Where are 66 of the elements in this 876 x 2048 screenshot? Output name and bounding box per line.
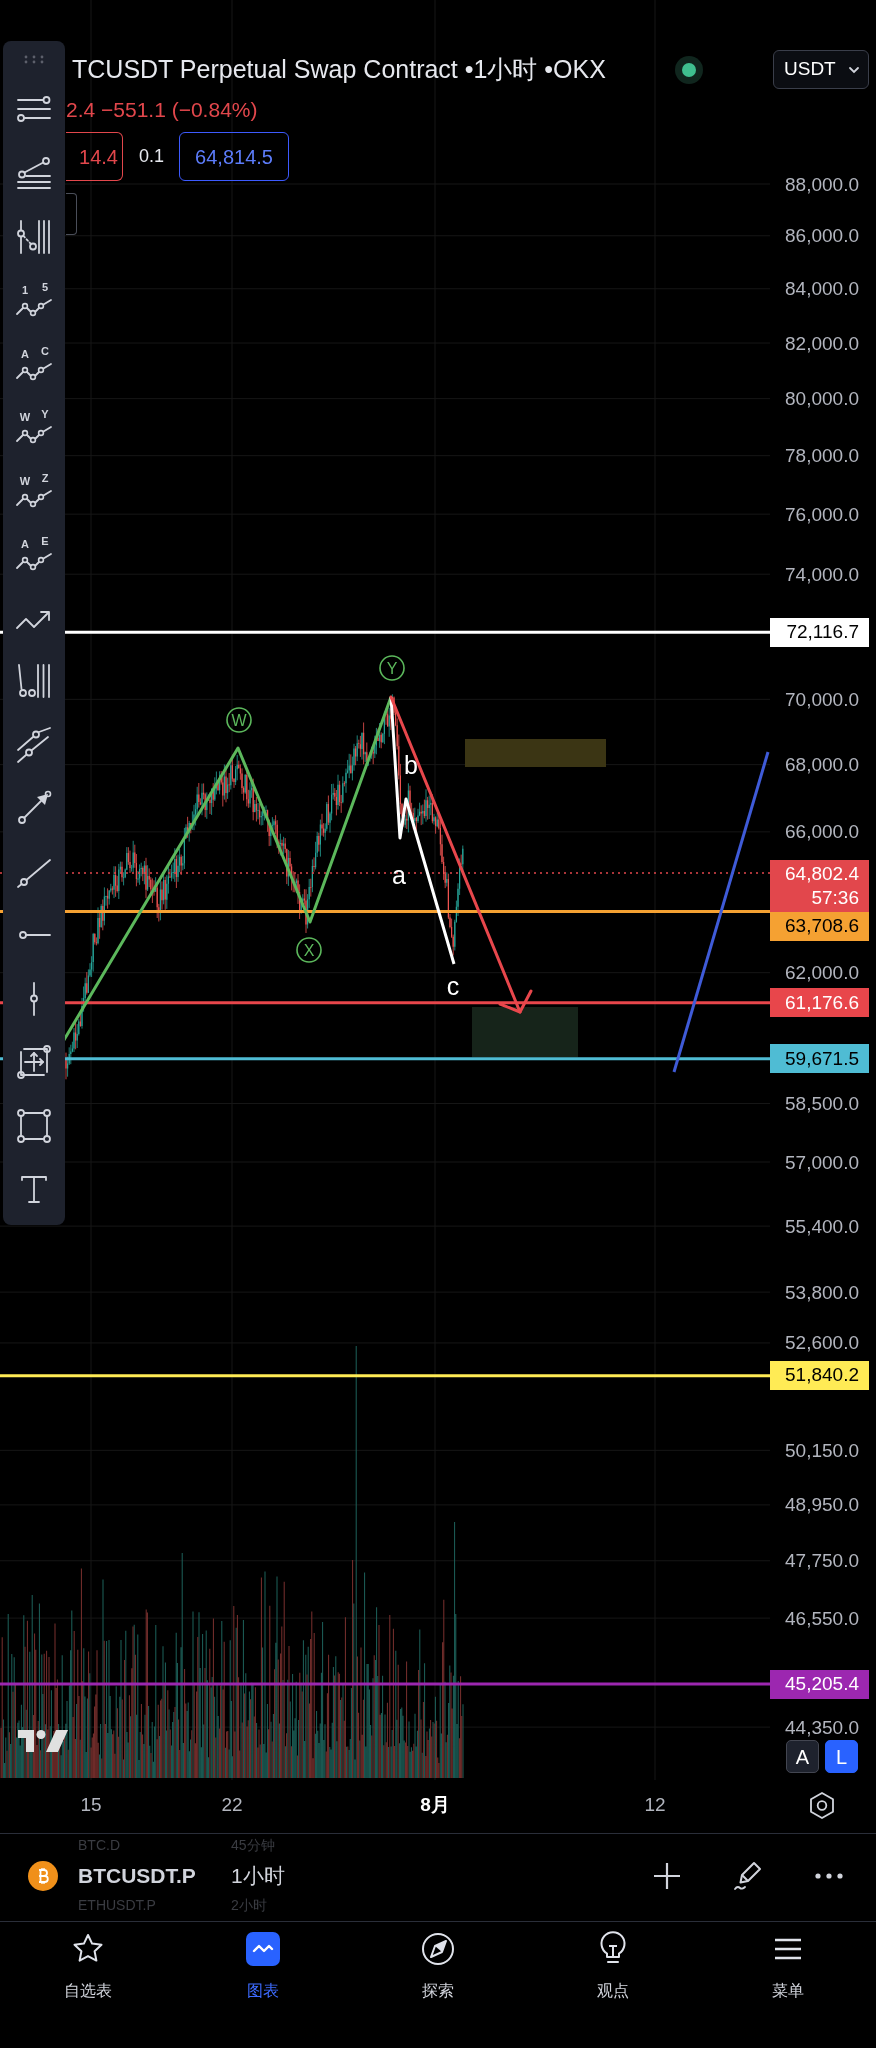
nav-tab[interactable]: 图表 xyxy=(244,1922,281,2001)
price-tick: 66,000.0 xyxy=(785,822,859,842)
time-tick: 12 xyxy=(644,1793,666,1817)
price-tick: 53,800.0 xyxy=(785,1282,859,1302)
price-tick: 57,000.0 xyxy=(785,1152,859,1172)
price-tick: 74,000.0 xyxy=(785,564,859,584)
price-tick: 70,000.0 xyxy=(785,689,859,709)
price-value: 64,802.4 xyxy=(785,862,859,887)
symbol-name[interactable]: BTCUSDT.P xyxy=(78,1860,196,1892)
chart-title: TCUSDT Perpetual Swap Contract •1小时 •OKX xyxy=(71,54,606,86)
price-tick: 47,750.0 xyxy=(785,1551,859,1571)
coin-icon xyxy=(28,1861,58,1891)
scale-button[interactable]: L xyxy=(825,1740,858,1773)
price-tick: 88,000.0 xyxy=(785,174,859,194)
spread-value: 0.1 xyxy=(139,145,165,168)
price-tick: 80,000.0 xyxy=(785,389,859,409)
price-tick: 48,950.0 xyxy=(785,1495,859,1515)
wave-label: a xyxy=(392,861,406,889)
price-label: 61,176.6 xyxy=(770,988,869,1018)
nav-tab[interactable]: 观点 xyxy=(595,1922,632,2001)
wave-label: b xyxy=(404,751,418,779)
drag-handle-icon[interactable] xyxy=(23,55,45,64)
pen-icon[interactable] xyxy=(732,1860,764,1892)
wave-label: X xyxy=(296,937,322,963)
price-label: 72,116.7 xyxy=(770,617,869,647)
time-tick: 15 xyxy=(80,1793,102,1817)
status-dot-icon xyxy=(675,56,703,84)
price-label: 63,708.6 xyxy=(770,912,869,942)
countdown-timer: 57:36 xyxy=(811,886,859,911)
compass-icon xyxy=(420,1931,456,1967)
caret-icon xyxy=(848,65,860,74)
price-tick: 46,550.0 xyxy=(785,1608,859,1628)
wave-label: Y xyxy=(379,655,405,681)
nav-tab[interactable]: 探索 xyxy=(420,1922,456,2001)
price-tick: 86,000.0 xyxy=(785,226,859,246)
sell-price-button[interactable]: 14.4 xyxy=(66,132,123,181)
price-tick: 68,000.0 xyxy=(785,755,859,775)
price-tick: 76,000.0 xyxy=(785,504,859,524)
price-label: 59,671.5 xyxy=(770,1044,869,1074)
settings-icon[interactable] xyxy=(807,1790,837,1820)
nav-tab[interactable]: 菜单 xyxy=(770,1922,807,2001)
price-tick: 58,500.0 xyxy=(785,1094,859,1113)
buy-price-button[interactable]: 64,814.5 xyxy=(179,132,290,181)
chart-icon xyxy=(244,1931,281,1967)
currency-dropdown[interactable]: USDT xyxy=(773,50,869,89)
price-label: 51,840.2 xyxy=(770,1361,869,1391)
price-tick: 78,000.0 xyxy=(785,446,859,466)
legend-toggle-button[interactable] xyxy=(66,193,77,235)
price-tick: 82,000.0 xyxy=(785,333,859,353)
price-tick: 44,350.0 xyxy=(785,1717,859,1737)
price-change: 2.4 −551.1 (−0.84%) xyxy=(66,97,258,124)
price-tick: 52,600.0 xyxy=(785,1333,859,1353)
price-tick: 55,400.0 xyxy=(785,1216,859,1236)
plus-icon[interactable] xyxy=(651,1860,683,1892)
price-tick: 84,000.0 xyxy=(785,279,859,299)
price-label: 45,205.4 xyxy=(770,1669,869,1699)
parallel-segments-icon[interactable] xyxy=(14,724,54,765)
scale-button[interactable]: A xyxy=(786,1740,819,1773)
wave-label: W xyxy=(226,707,252,733)
interval-label[interactable]: 1小时 xyxy=(231,1860,285,1892)
time-tick: 8月 xyxy=(420,1793,450,1817)
time-tick: 22 xyxy=(221,1793,243,1817)
price-tick: 62,000.0 xyxy=(785,963,859,983)
wave-label: c xyxy=(446,972,460,1000)
price-tick: 50,150.0 xyxy=(785,1440,859,1460)
nav-tab[interactable]: 自选表 xyxy=(63,1922,112,2001)
